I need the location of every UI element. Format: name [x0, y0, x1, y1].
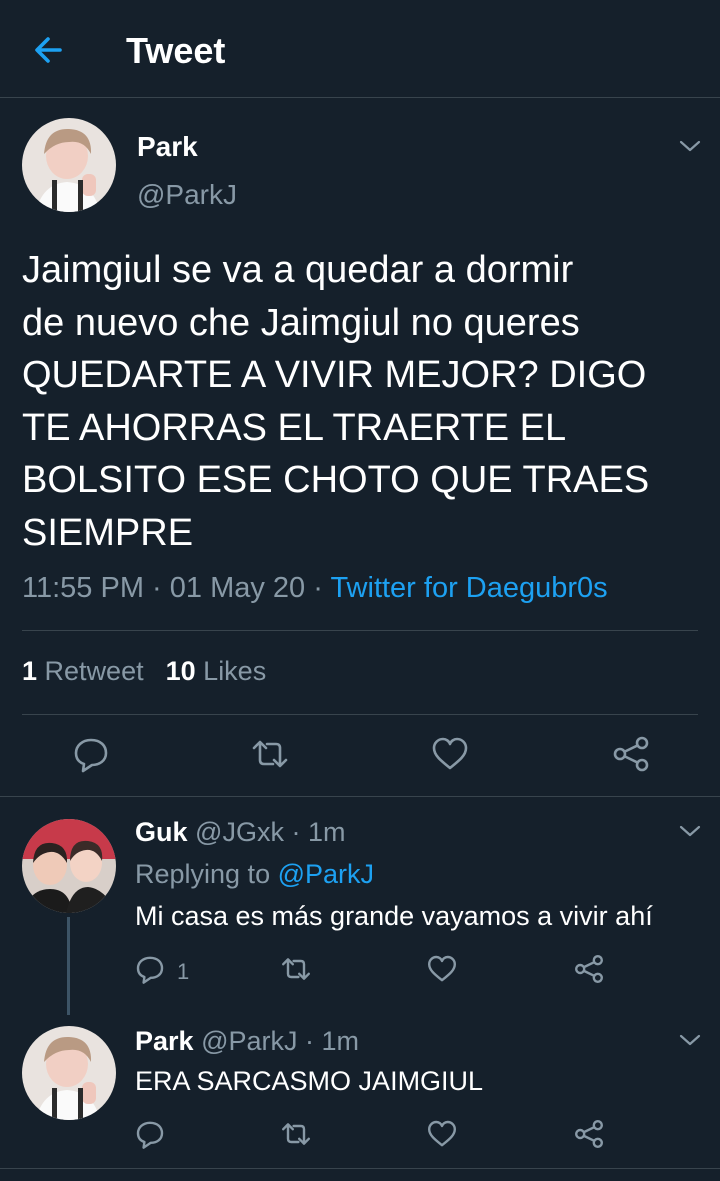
tweet-text-line: Jaimgiul se va a quedar a dormir — [22, 249, 574, 291]
top-bar: Tweet — [0, 0, 720, 98]
tweet-text: Jaimgiul se va a quedar a dormir de nuev… — [22, 244, 702, 559]
tweet-text-line: de nuevo che Jaimgiul no queres — [22, 301, 580, 344]
replying-label: Replying to — [135, 859, 278, 889]
retweet-icon[interactable] — [280, 1118, 312, 1150]
reply-icon[interactable] — [134, 953, 166, 985]
reply-author-handle[interactable]: @JGxk — [195, 817, 284, 847]
divider — [22, 630, 698, 631]
heart-icon[interactable] — [426, 1118, 458, 1150]
reply-header: Guk @JGxk · 1m — [135, 817, 345, 848]
tweet-detail-screen: Tweet Park @ParkJ Jaimgiul se va a queda… — [0, 0, 720, 1181]
main-tweet: Park @ParkJ Jaimgiul se va a quedar a do… — [0, 98, 720, 797]
share-icon[interactable] — [573, 953, 605, 985]
reply-author-name[interactable]: Park — [135, 1026, 194, 1056]
like-label: Likes — [203, 656, 267, 686]
reply-text: ERA SARCASMO JAIMGIUL — [135, 1066, 484, 1096]
tweet-stats: 1 Retweet 10 Likes — [22, 656, 266, 687]
chevron-down-icon[interactable] — [678, 138, 702, 154]
share-icon[interactable] — [573, 1118, 605, 1150]
retweet-icon[interactable] — [250, 734, 290, 774]
meta-separator: · — [305, 572, 331, 604]
tweet-text-line: BOLSITO ESE CHOTO QUE TRAES — [22, 459, 650, 501]
tweet-date: 01 May 20 — [169, 572, 306, 604]
mention-link[interactable]: @ParkJ — [278, 859, 374, 889]
replying-to: Replying to @ParkJ — [135, 859, 374, 890]
retweet-label: Retweet — [44, 656, 144, 686]
tweet-meta: 11:55 PM · 01 May 20 · Twitter for Daegu… — [22, 572, 608, 605]
retweet-icon[interactable] — [280, 953, 312, 985]
tweet-text-line: SIEMPRE — [22, 511, 194, 554]
tweet-text-line: TE AHORRAS EL TRAERTE EL — [22, 406, 567, 449]
retweet-count: 1 — [22, 656, 38, 686]
chevron-down-icon[interactable] — [678, 1032, 702, 1048]
share-icon[interactable] — [611, 734, 651, 774]
page-title: Tweet — [126, 30, 226, 71]
reply-tweet[interactable]: Park @ParkJ · 1m ERA SARCASMO JAIMGIUL — [0, 1018, 720, 1168]
like-count: 10 — [165, 656, 196, 686]
reply-author-handle[interactable]: @ParkJ — [201, 1026, 297, 1056]
reply-count: 1 — [177, 959, 190, 984]
likes-stat[interactable]: 10 Likes — [166, 656, 267, 686]
divider — [0, 1168, 720, 1169]
thread-line — [67, 917, 70, 1015]
avatar[interactable] — [22, 118, 116, 212]
retweets-stat[interactable]: 1 Retweet — [22, 656, 144, 686]
chevron-down-icon[interactable] — [678, 823, 702, 839]
reply-text: Mi casa es más grande vayamos a vivir ah… — [135, 901, 653, 931]
tweet-time: 11:55 PM — [22, 572, 144, 604]
header-separator: · — [283, 817, 308, 847]
avatar[interactable] — [22, 1026, 116, 1120]
author-handle[interactable]: @ParkJ — [137, 179, 237, 211]
reply-author-name[interactable]: Guk — [135, 817, 188, 847]
reply-header: Park @ParkJ · 1m — [135, 1026, 359, 1057]
tweet-source-link[interactable]: Twitter for Daegubr0s — [330, 572, 607, 604]
back-arrow-icon[interactable] — [30, 32, 70, 68]
reply-time: 1m — [307, 817, 346, 847]
avatar[interactable] — [22, 819, 116, 913]
divider — [22, 714, 698, 715]
reply-icon[interactable] — [134, 1118, 166, 1150]
reply-icon[interactable] — [71, 734, 111, 774]
author-name[interactable]: Park — [137, 131, 198, 163]
heart-icon[interactable] — [430, 734, 470, 774]
header-separator: · — [297, 1026, 322, 1056]
heart-icon[interactable] — [426, 953, 458, 985]
meta-separator: · — [143, 572, 170, 604]
tweet-text-line: QUEDARTE A VIVIR MEJOR? DIGO — [22, 354, 647, 396]
reply-time: 1m — [321, 1026, 360, 1056]
reply-tweet[interactable]: Guk @JGxk · 1m Replying to @ParkJ Mi cas… — [0, 797, 720, 1018]
